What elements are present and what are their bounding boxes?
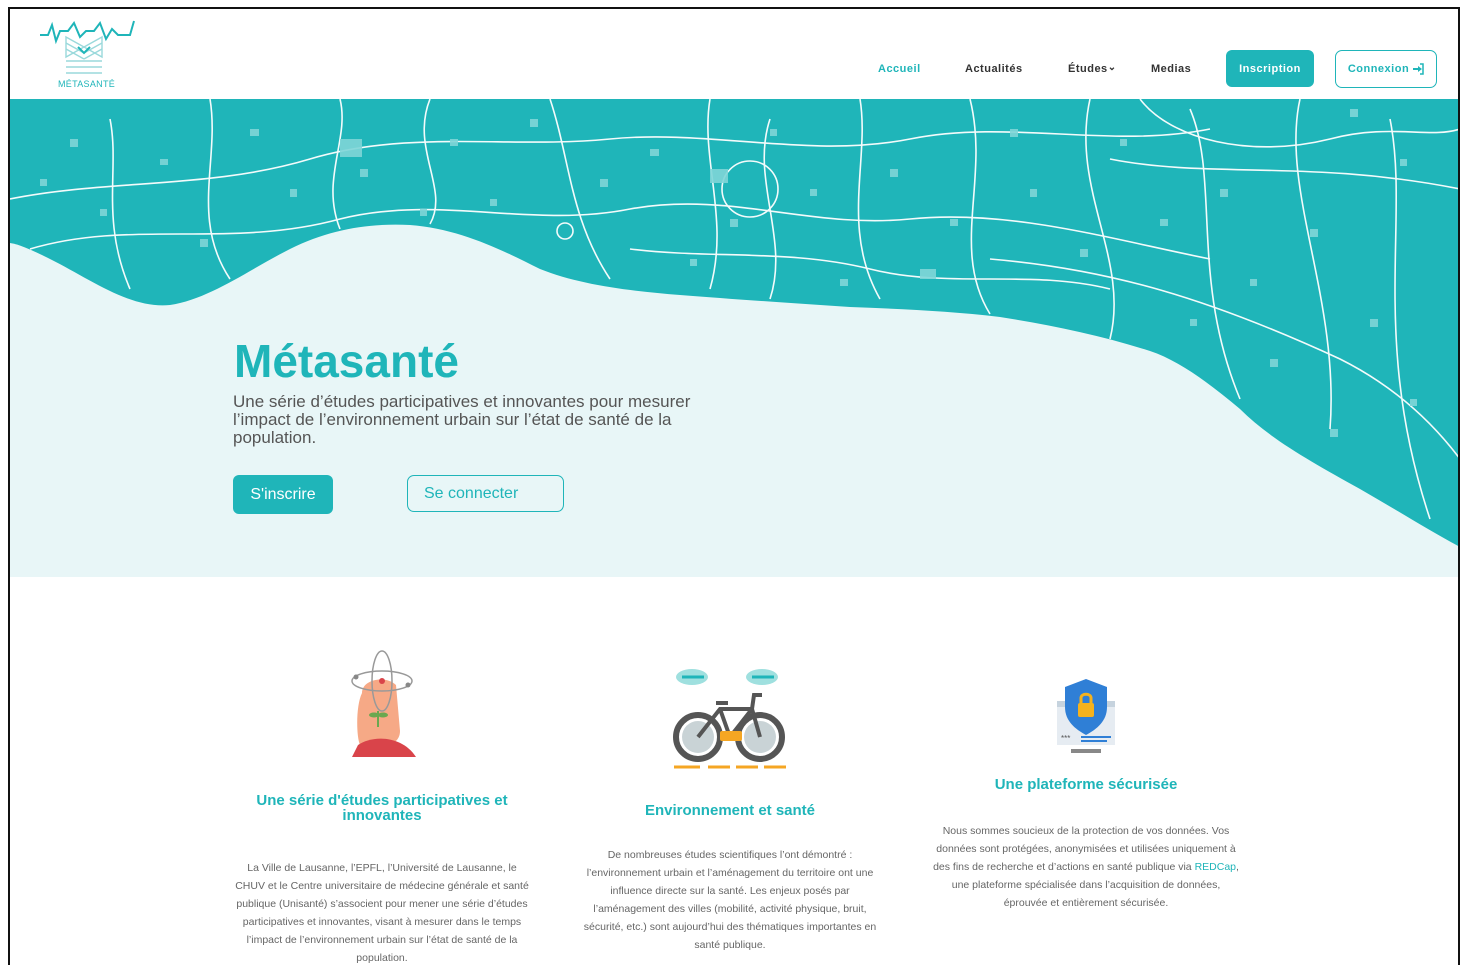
feature-security-title: Une plateforme sécurisée [994, 776, 1178, 793]
heartbeat-logo-icon [40, 20, 135, 74]
logo-text: MÉTASANTÉ [58, 79, 116, 89]
hero-title: Métasanté [234, 335, 459, 387]
head-plant-atom-icon [351, 650, 416, 757]
feature-environment: Environnement et santé De nombreuses étu… [580, 665, 880, 954]
inscription-button[interactable]: Inscription [1226, 50, 1314, 87]
connexion-button[interactable]: Connexion [1335, 50, 1437, 88]
nav-etudes-label: Études [1068, 63, 1108, 75]
feature-environment-text: De nombreuses études scientifiques l’ont… [583, 849, 877, 951]
bicycle-icon [673, 669, 786, 769]
nav-etudes[interactable]: Études⌄ [1068, 62, 1117, 75]
nav-medias[interactable]: Medias [1151, 63, 1191, 75]
nav-actualites[interactable]: Actualités [965, 63, 1023, 75]
svg-text:***: *** [1061, 734, 1070, 743]
feature-studies: Une série d'études participatives et inn… [232, 645, 532, 965]
sinscrire-button[interactable]: S'inscrire [233, 475, 333, 514]
feature-studies-title: Une série d'études participatives et inn… [256, 792, 508, 824]
feature-security: *** Une plateforme sécurisée Nous sommes… [932, 677, 1240, 912]
nav-accueil[interactable]: Accueil [878, 63, 921, 75]
chevron-down-icon: ⌄ [1107, 62, 1117, 73]
hero-subtitle: Une série d’études participatives et inn… [233, 392, 691, 447]
site-header: MÉTASANTÉ Accueil Actualités Études⌄ Med… [10, 9, 1458, 99]
login-icon [1413, 63, 1424, 75]
logo[interactable]: MÉTASANTÉ [38, 17, 138, 93]
city-map-illustration [10, 99, 1458, 546]
page-frame: MÉTASANTÉ Accueil Actualités Études⌄ Med… [8, 7, 1460, 965]
secure-platform-icon: *** [1057, 679, 1115, 753]
redcap-link[interactable]: REDCap [1195, 861, 1236, 873]
hero-section: Métasanté Une série d’études participati… [10, 99, 1458, 577]
feature-environment-title: Environnement et santé [644, 802, 816, 819]
se-connecter-button[interactable]: Se connecter [407, 475, 564, 512]
feature-security-text-start: Nous sommes soucieux de la protection de… [933, 825, 1236, 873]
connexion-label: Connexion [1347, 63, 1410, 75]
feature-security-text: Nous sommes soucieux de la protection de… [932, 822, 1240, 912]
feature-studies-text: La Ville de Lausanne, l’EPFL, l’Universi… [235, 862, 529, 964]
